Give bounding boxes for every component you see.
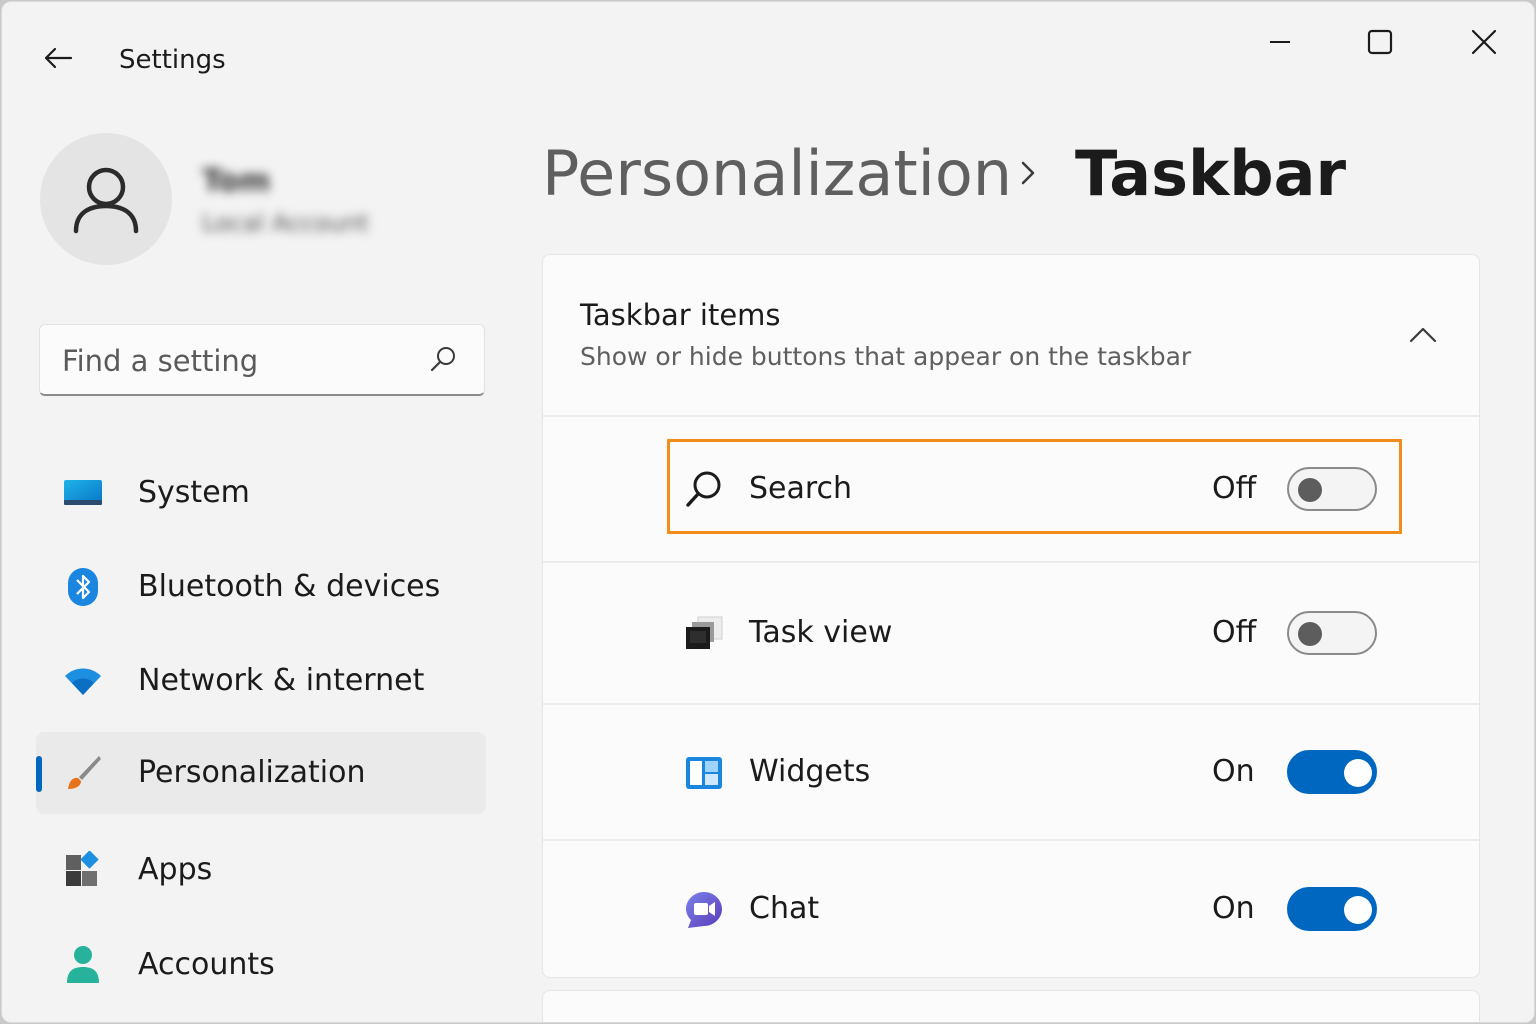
row-label: Widgets bbox=[749, 754, 871, 789]
chevron-up-icon bbox=[1409, 327, 1437, 343]
search-toggle[interactable] bbox=[1287, 467, 1377, 511]
collapse-button[interactable] bbox=[1401, 315, 1445, 355]
apps-icon bbox=[62, 849, 104, 891]
chat-icon bbox=[681, 887, 727, 933]
card-description: Show or hide buttons that appear on the … bbox=[580, 342, 1192, 371]
taskbar-item-row-search: Search Off bbox=[543, 417, 1479, 561]
nav-item-system[interactable]: System bbox=[36, 452, 486, 534]
chat-toggle[interactable] bbox=[1287, 887, 1377, 931]
paintbrush-icon bbox=[62, 752, 104, 794]
breadcrumb-parent[interactable]: Personalization bbox=[542, 138, 1012, 210]
back-button[interactable] bbox=[38, 40, 78, 76]
close-button[interactable] bbox=[1454, 20, 1514, 64]
system-display-icon bbox=[62, 472, 104, 514]
taskbar-item-row-task-view: Task view Off bbox=[543, 563, 1479, 703]
nav-item-bluetooth-devices[interactable]: Bluetooth & devices bbox=[36, 546, 486, 628]
nav-item-personalization[interactable]: Personalization bbox=[36, 732, 486, 814]
search-input[interactable] bbox=[62, 339, 422, 383]
toggle-knob bbox=[1298, 622, 1322, 646]
toggle-knob bbox=[1344, 759, 1372, 787]
selection-indicator bbox=[36, 756, 42, 792]
toggle-knob bbox=[1298, 478, 1322, 502]
toggle-state-text: On bbox=[1212, 891, 1255, 926]
avatar[interactable] bbox=[40, 133, 172, 265]
row-label: Chat bbox=[749, 891, 820, 926]
account-type: Local Account bbox=[202, 209, 369, 237]
nav-item-network-internet[interactable]: Network & internet bbox=[36, 640, 486, 722]
taskbar-items-card: Taskbar items Show or hide buttons that … bbox=[542, 254, 1480, 978]
taskbar-item-row-chat: Chat On bbox=[543, 841, 1479, 977]
widgets-icon bbox=[681, 750, 727, 796]
user-name: Tom bbox=[202, 164, 271, 199]
nav-label: Personalization bbox=[138, 755, 366, 790]
row-label: Search bbox=[749, 471, 853, 506]
wifi-icon bbox=[62, 660, 104, 702]
nav-label: Accounts bbox=[138, 947, 275, 982]
nav-label: System bbox=[138, 475, 250, 510]
toggle-state-text: Off bbox=[1212, 615, 1257, 650]
arrow-left-icon bbox=[44, 47, 73, 69]
nav-label: Bluetooth & devices bbox=[138, 569, 441, 604]
bluetooth-icon bbox=[62, 566, 104, 608]
person-outline-icon bbox=[73, 167, 139, 234]
nav-item-accounts[interactable]: Accounts bbox=[36, 924, 486, 1006]
toggle-state-text: Off bbox=[1212, 471, 1257, 506]
nav-label: Network & internet bbox=[138, 663, 425, 698]
nav-label: Apps bbox=[138, 852, 213, 887]
maximize-icon bbox=[1367, 29, 1393, 55]
task-view-icon bbox=[681, 610, 727, 656]
close-icon bbox=[1471, 29, 1497, 55]
search-icon bbox=[681, 466, 727, 512]
taskbar-item-row-widgets: Widgets On bbox=[543, 705, 1479, 839]
search-field[interactable] bbox=[39, 324, 485, 396]
maximize-button[interactable] bbox=[1350, 20, 1410, 64]
settings-window: Settings Tom Local Account Find a settin… bbox=[1, 1, 1535, 1023]
nav-item-apps[interactable]: Apps bbox=[36, 829, 486, 911]
toggle-state-text: On bbox=[1212, 754, 1255, 789]
next-settings-card bbox=[542, 990, 1480, 1022]
chevron-right-icon bbox=[1010, 148, 1046, 198]
toggle-knob bbox=[1344, 896, 1372, 924]
minimize-button[interactable] bbox=[1250, 20, 1310, 64]
page-title: Taskbar bbox=[1075, 137, 1347, 210]
app-title: Settings bbox=[119, 45, 226, 75]
taskbar-items-header[interactable]: Taskbar items Show or hide buttons that … bbox=[543, 255, 1479, 415]
row-label: Task view bbox=[749, 615, 893, 650]
person-icon bbox=[62, 944, 104, 986]
task-view-toggle[interactable] bbox=[1287, 611, 1377, 655]
widgets-toggle[interactable] bbox=[1287, 750, 1377, 794]
card-title: Taskbar items bbox=[580, 298, 781, 332]
search-icon bbox=[430, 347, 455, 372]
minimize-icon bbox=[1270, 41, 1290, 43]
search-submit-button[interactable] bbox=[426, 342, 460, 376]
